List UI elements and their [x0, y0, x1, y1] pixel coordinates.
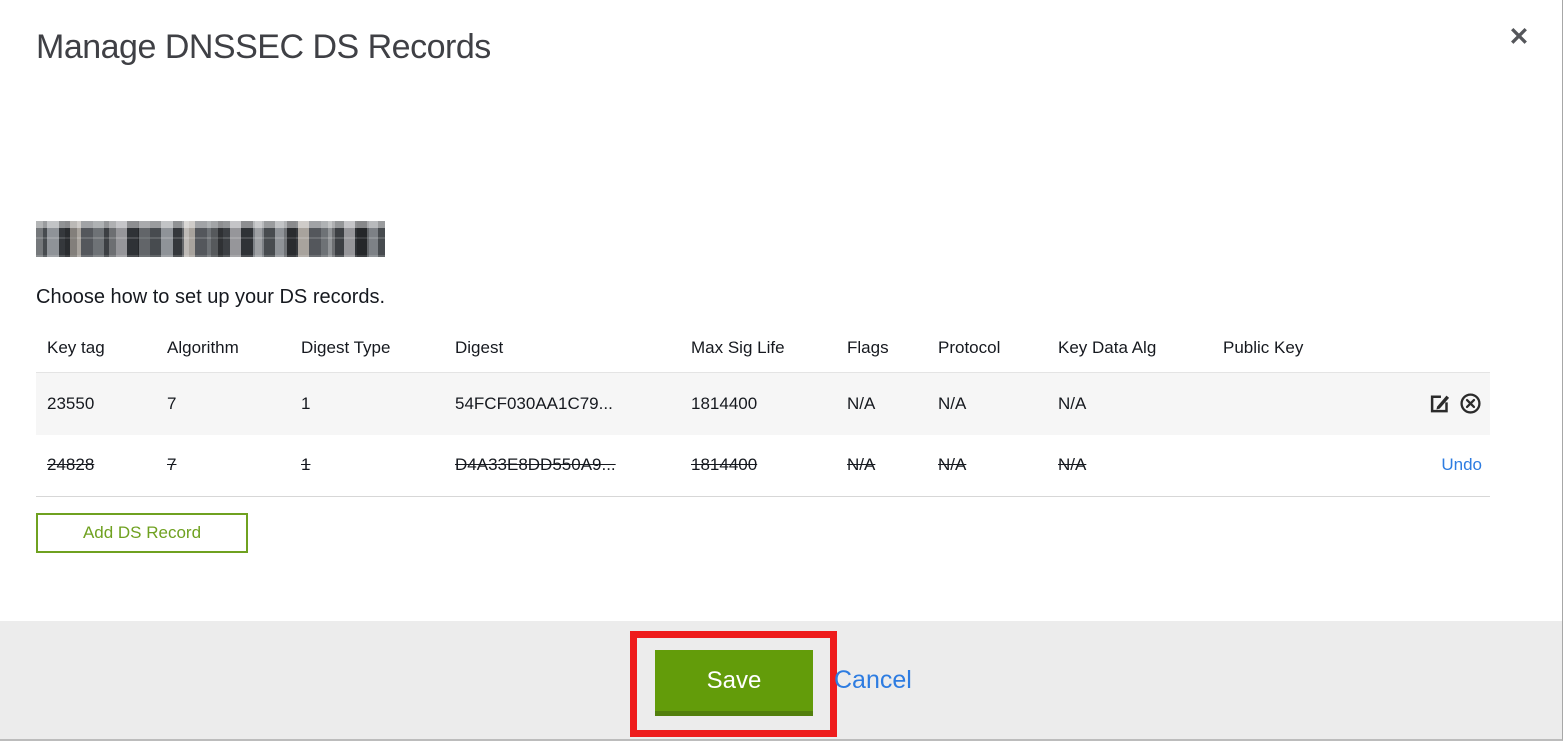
col-max-sig-life: Max Sig Life	[691, 338, 785, 357]
cell-key-data-alg: N/A	[1058, 393, 1087, 413]
red-annotation-highlight: Save	[630, 631, 837, 737]
table-header-row: Key tag Algorithm Digest Type Digest Max…	[36, 328, 1490, 373]
close-icon[interactable]: ✕	[1502, 20, 1536, 54]
redacted-domain-name	[36, 221, 385, 257]
add-ds-record-button[interactable]: Add DS Record	[36, 513, 248, 553]
cancel-link[interactable]: Cancel	[834, 666, 912, 695]
table-row-deleted: 24828 7 1 D4A33E8DD550A9... 1814400 N/A …	[36, 434, 1490, 497]
col-algorithm: Algorithm	[167, 338, 239, 357]
cell-max-sig-life: 1814400	[691, 393, 758, 413]
manage-dnssec-dialog: Manage DNSSEC DS Records ✕ Choose how to…	[0, 0, 1563, 741]
col-public-key: Public Key	[1223, 338, 1304, 357]
cell-key-data-alg: N/A	[1058, 455, 1087, 475]
cell-flags: N/A	[847, 393, 876, 413]
col-key-tag: Key tag	[47, 338, 105, 357]
col-protocol: Protocol	[938, 338, 1001, 357]
save-button[interactable]: Save	[655, 650, 813, 716]
cell-flags: N/A	[847, 455, 876, 475]
cell-protocol: N/A	[938, 455, 967, 475]
cell-key-tag: 23550	[47, 393, 95, 413]
cell-digest-type: 1	[301, 393, 311, 413]
ds-records-table: Key tag Algorithm Digest Type Digest Max…	[36, 328, 1490, 497]
cell-key-tag: 24828	[47, 455, 95, 475]
cell-algorithm: 7	[167, 393, 177, 413]
cell-digest-type: 1	[301, 455, 311, 475]
cell-max-sig-life: 1814400	[691, 455, 758, 475]
table-row: 23550 7 1 54FCF030AA1C79... 1814400 N/A …	[36, 372, 1490, 435]
col-key-data-alg: Key Data Alg	[1058, 338, 1157, 357]
cell-digest: 54FCF030AA1C79...	[455, 393, 613, 413]
instruction-text: Choose how to set up your DS records.	[36, 286, 386, 308]
cell-protocol: N/A	[938, 393, 967, 413]
cell-digest: D4A33E8DD550A9...	[455, 455, 616, 475]
col-digest-type: Digest Type	[301, 338, 391, 357]
edit-record-icon[interactable]	[1428, 392, 1451, 415]
col-flags: Flags	[847, 338, 889, 357]
delete-record-icon[interactable]	[1459, 392, 1482, 415]
col-digest: Digest	[455, 338, 504, 357]
cell-algorithm: 7	[167, 455, 177, 475]
dialog-footer: Save Cancel	[0, 621, 1562, 739]
page-title: Manage DNSSEC DS Records	[36, 28, 491, 66]
undo-link[interactable]: Undo	[1441, 455, 1482, 474]
col-actions	[1416, 328, 1490, 373]
